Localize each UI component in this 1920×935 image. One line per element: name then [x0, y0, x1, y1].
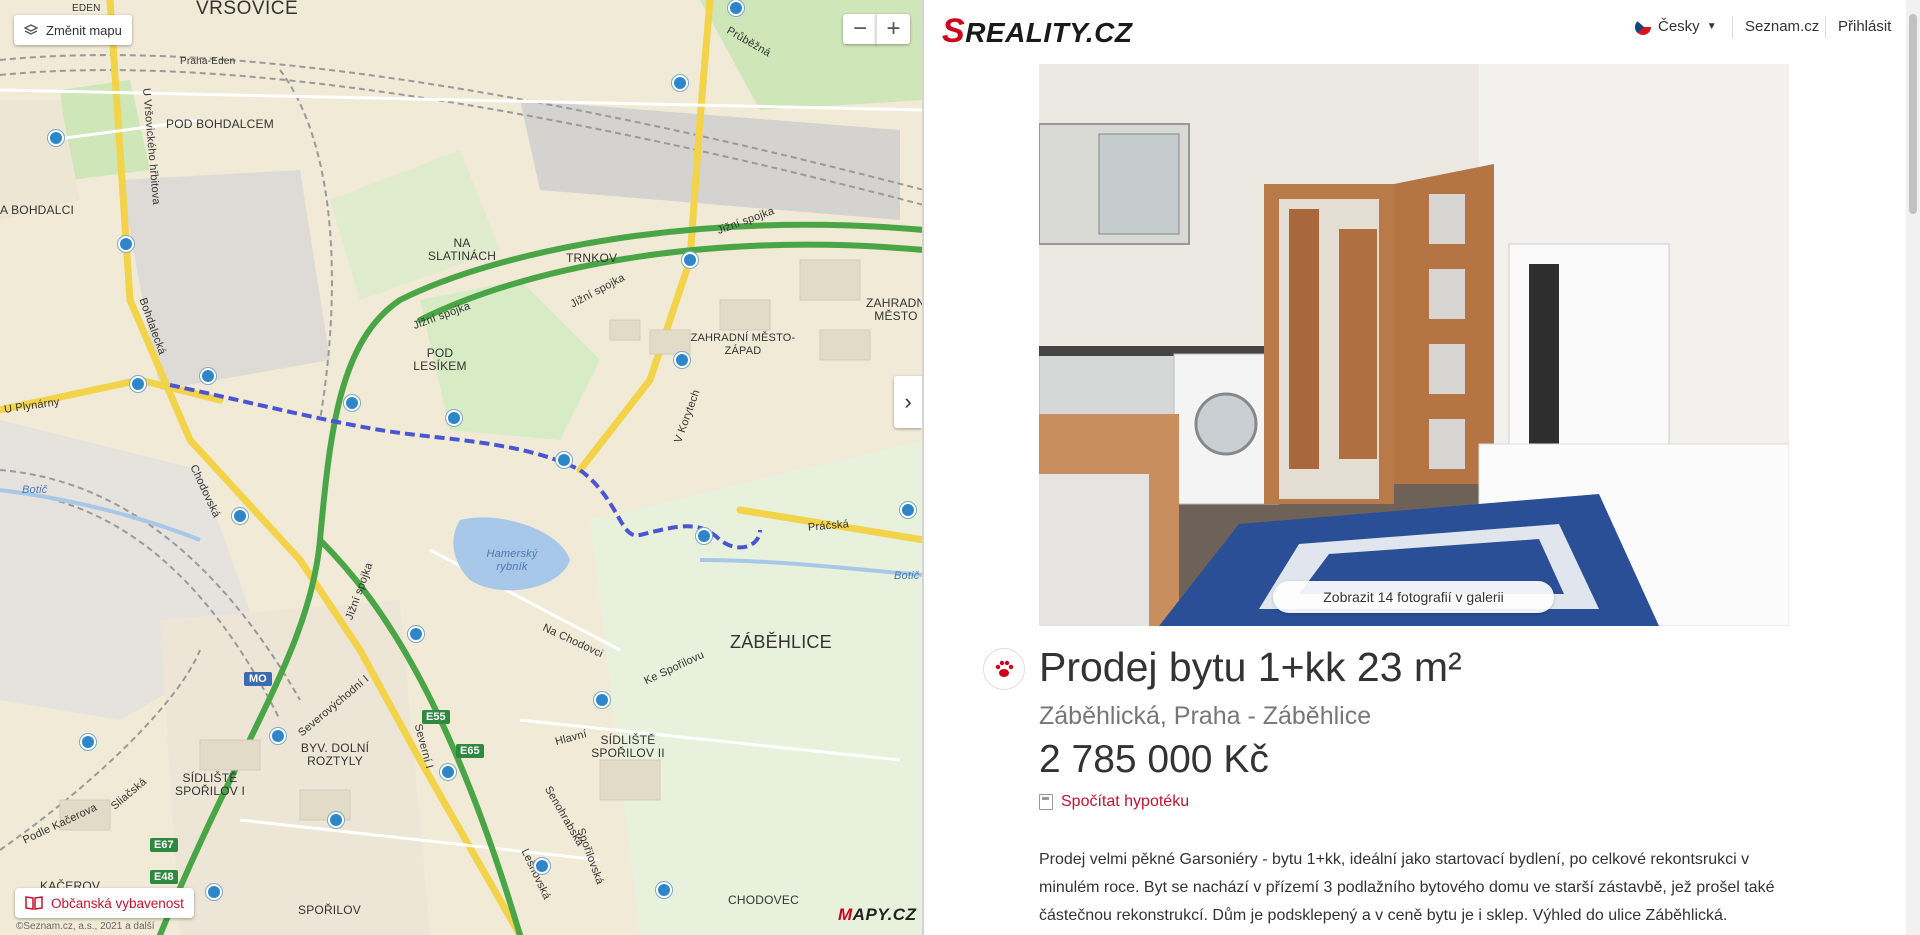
paw-icon	[995, 660, 1014, 677]
gallery-button[interactable]: Zobrazit 14 fotografií v galerii	[1273, 581, 1554, 613]
divider	[1732, 16, 1733, 38]
calculator-icon	[1039, 794, 1053, 810]
district-label: A BOHDALCI	[0, 203, 75, 217]
district-label: ZAHRADNÍ MĚSTO-ZÁPAD	[690, 332, 796, 357]
zoom-out-button[interactable]: −	[843, 14, 877, 44]
czech-flag-icon	[1635, 18, 1651, 35]
district-label: CHODOVEC	[728, 893, 799, 907]
listing-photo[interactable]: Zobrazit 14 fotografií v galerii	[1039, 64, 1789, 626]
water-label: Botič	[22, 484, 48, 496]
station-label: Praha-Eden	[180, 56, 236, 67]
chevron-down-icon: ▼	[1706, 21, 1717, 32]
bus-stop-icon[interactable]	[118, 236, 134, 252]
bus-stop-icon[interactable]	[672, 75, 688, 91]
bus-stop-icon[interactable]	[440, 764, 456, 780]
bus-stop-icon[interactable]	[674, 352, 690, 368]
bus-stop-icon[interactable]	[408, 626, 424, 642]
sreality-logo[interactable]: SREALITY.CZ	[942, 12, 1133, 51]
listing-title: Prodej bytu 1+kk 23 m²	[1039, 644, 1462, 690]
amenities-label: Občanská vybavenost	[51, 895, 184, 911]
bus-stop-icon[interactable]	[534, 858, 550, 874]
mortgage-calculator-link[interactable]: Spočítat hypotéku	[1039, 793, 1189, 811]
map-panel[interactable]: VRŠOVICE EDEN Praha-Eden POD BOHDALCEM A…	[0, 0, 924, 935]
scrollbar-thumb[interactable]	[1909, 14, 1917, 214]
water-label: Botič	[894, 570, 920, 582]
district-label: ZÁBĚHLICE	[730, 632, 832, 652]
district-label: SPOŘILOV	[298, 903, 361, 917]
book-icon	[25, 896, 43, 910]
district-label: POD LESÍKEM	[413, 346, 467, 373]
bus-stop-icon[interactable]	[656, 882, 672, 898]
listing-description: Prodej velmi pěkné Garsoniéry - bytu 1+k…	[1039, 851, 1775, 924]
bus-stop-icon[interactable]	[682, 252, 698, 268]
bus-stop-icon[interactable]	[48, 130, 64, 146]
divider	[1825, 16, 1826, 38]
listing-price: 2 785 000 Kč	[1039, 738, 1269, 781]
district-label: BYV. DOLNÍ ROZTYLY	[300, 741, 370, 768]
listing-panel: SREALITY.CZ Česky ▼ Seznam.cz Přihlásit	[926, 0, 1920, 935]
district-label: POD BOHDALCEM	[166, 117, 274, 131]
language-label: Česky	[1658, 18, 1700, 35]
bus-stop-icon[interactable]	[130, 376, 146, 392]
layers-icon	[24, 24, 38, 35]
bus-stop-icon[interactable]	[80, 734, 96, 750]
water-label: Hamerský rybník	[486, 548, 538, 573]
zoom-in-button[interactable]: +	[876, 14, 910, 44]
road-badge: E55	[422, 710, 450, 724]
road-badge: E65	[456, 744, 484, 758]
amenities-button[interactable]: Občanská vybavenost	[15, 888, 194, 918]
scrollbar[interactable]	[1906, 0, 1920, 935]
change-map-button[interactable]: Změnit mapu	[14, 15, 132, 45]
bus-stop-icon[interactable]	[728, 0, 744, 16]
road-badge: MO	[244, 672, 272, 686]
road-badge: E67	[150, 838, 178, 852]
pet-friendly-badge[interactable]	[983, 648, 1025, 690]
bus-stop-icon[interactable]	[232, 508, 248, 524]
bus-stop-icon[interactable]	[270, 728, 286, 744]
listing-address: Záběhlická, Praha - Záběhlice	[1039, 702, 1372, 730]
bus-stop-icon[interactable]	[344, 395, 360, 411]
mortgage-label: Spočítat hypotéku	[1061, 793, 1190, 810]
district-label: VRŠOVICE	[196, 0, 299, 19]
bus-stop-icon[interactable]	[696, 528, 712, 544]
map-copyright[interactable]: ©Seznam.cz, a.s., 2021 a další	[16, 921, 155, 932]
bus-stop-icon[interactable]	[200, 368, 216, 384]
district-label: EDEN	[72, 3, 101, 14]
district-label: NA SLATINÁCH	[427, 236, 497, 263]
bus-stop-icon[interactable]	[556, 452, 572, 468]
change-map-label: Změnit mapu	[46, 22, 122, 38]
bus-stop-icon[interactable]	[206, 884, 222, 900]
mapy-logo[interactable]: MAPY.CZ	[838, 905, 916, 925]
bus-stop-icon[interactable]	[328, 812, 344, 828]
collapse-panel-button[interactable]: ›	[894, 376, 922, 428]
district-label: TRNKOV	[566, 251, 618, 265]
apartment-photo	[1039, 64, 1789, 626]
district-label: SÍDLIŠTĚ SPOŘILOV II	[591, 733, 665, 760]
district-label: ZAHRADNÍ MĚSTO	[866, 296, 924, 323]
bus-stop-icon[interactable]	[594, 692, 610, 708]
login-link[interactable]: Přihlásit	[1838, 18, 1891, 35]
header: SREALITY.CZ Česky ▼ Seznam.cz Přihlásit	[926, 0, 1920, 56]
language-selector[interactable]: Česky ▼	[1635, 18, 1717, 35]
road-badge: E48	[150, 870, 178, 884]
bus-stop-icon[interactable]	[900, 502, 916, 518]
district-label: SÍDLIŠTĚ SPOŘILOV I	[174, 771, 246, 798]
bus-stop-icon[interactable]	[446, 410, 462, 426]
seznam-link[interactable]: Seznam.cz	[1745, 18, 1819, 35]
